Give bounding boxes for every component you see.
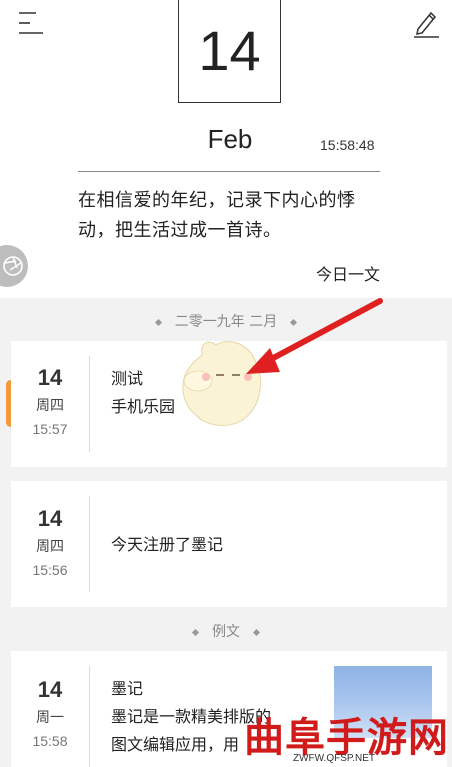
entry-card[interactable]: 14 周四 15:56 今天注册了墨记 xyxy=(11,481,447,607)
date-day: 14 xyxy=(178,0,281,103)
entry-body: 手机乐园 xyxy=(111,397,176,416)
entry-title: 今天注册了墨记 xyxy=(111,535,224,554)
date-month: Feb xyxy=(207,124,253,154)
edit-icon[interactable] xyxy=(412,8,440,38)
entry-title: 测试 xyxy=(111,369,144,388)
entry-time: 15:58 xyxy=(32,733,68,749)
entry-text: 测试 手机乐园 xyxy=(111,365,175,421)
header-panel: 14 Feb 15:58:48 在相信爱的年纪，记录下内心的悸动，把生活过成一首… xyxy=(0,0,452,298)
entry-time: 15:56 xyxy=(32,562,68,578)
mascot-image xyxy=(182,341,261,426)
entry-day: 14 xyxy=(37,677,63,702)
entry-day: 14 xyxy=(37,506,63,531)
app-screen: 14 Feb 15:58:48 在相信爱的年纪，记录下内心的悸动，把生活过成一首… xyxy=(0,0,452,767)
divider xyxy=(78,171,380,172)
section-label: 二零一九年 二月 xyxy=(174,314,278,330)
diamond-icon xyxy=(252,628,261,636)
entry-weekday: 周四 xyxy=(36,398,64,414)
diamond-icon xyxy=(191,628,200,636)
section-header-examples: 例文 xyxy=(0,621,452,641)
aperture-icon xyxy=(3,256,23,276)
entry-weekday: 周四 xyxy=(36,539,64,555)
entry-day: 14 xyxy=(37,365,63,390)
entry-divider xyxy=(89,496,90,592)
entry-title: 墨记 xyxy=(111,679,144,698)
diamond-icon xyxy=(154,318,162,326)
daily-article-link[interactable]: 今日一文 xyxy=(316,261,380,285)
entry-date: 14 周四 15:56 xyxy=(11,506,89,578)
entry-text: 今天注册了墨记 xyxy=(111,531,223,559)
entry-divider xyxy=(89,356,90,452)
entry-weekday: 周一 xyxy=(36,710,64,726)
daily-quote: 在相信爱的年纪，记录下内心的悸动，把生活过成一首诗。 xyxy=(78,190,356,241)
section-header-month: 二零一九年 二月 xyxy=(0,311,452,331)
watermark-url: ZWFW.QFSP.NET xyxy=(293,753,376,764)
entry-date: 14 周一 15:58 xyxy=(11,677,89,749)
menu-icon[interactable] xyxy=(18,10,44,36)
current-time: 15:58:48 xyxy=(320,137,375,153)
entry-date: 14 周四 15:57 xyxy=(11,365,89,437)
entry-time: 15:57 xyxy=(32,421,68,437)
entry-divider xyxy=(89,666,90,767)
diamond-icon xyxy=(290,318,298,326)
section-label: 例文 xyxy=(212,624,240,640)
